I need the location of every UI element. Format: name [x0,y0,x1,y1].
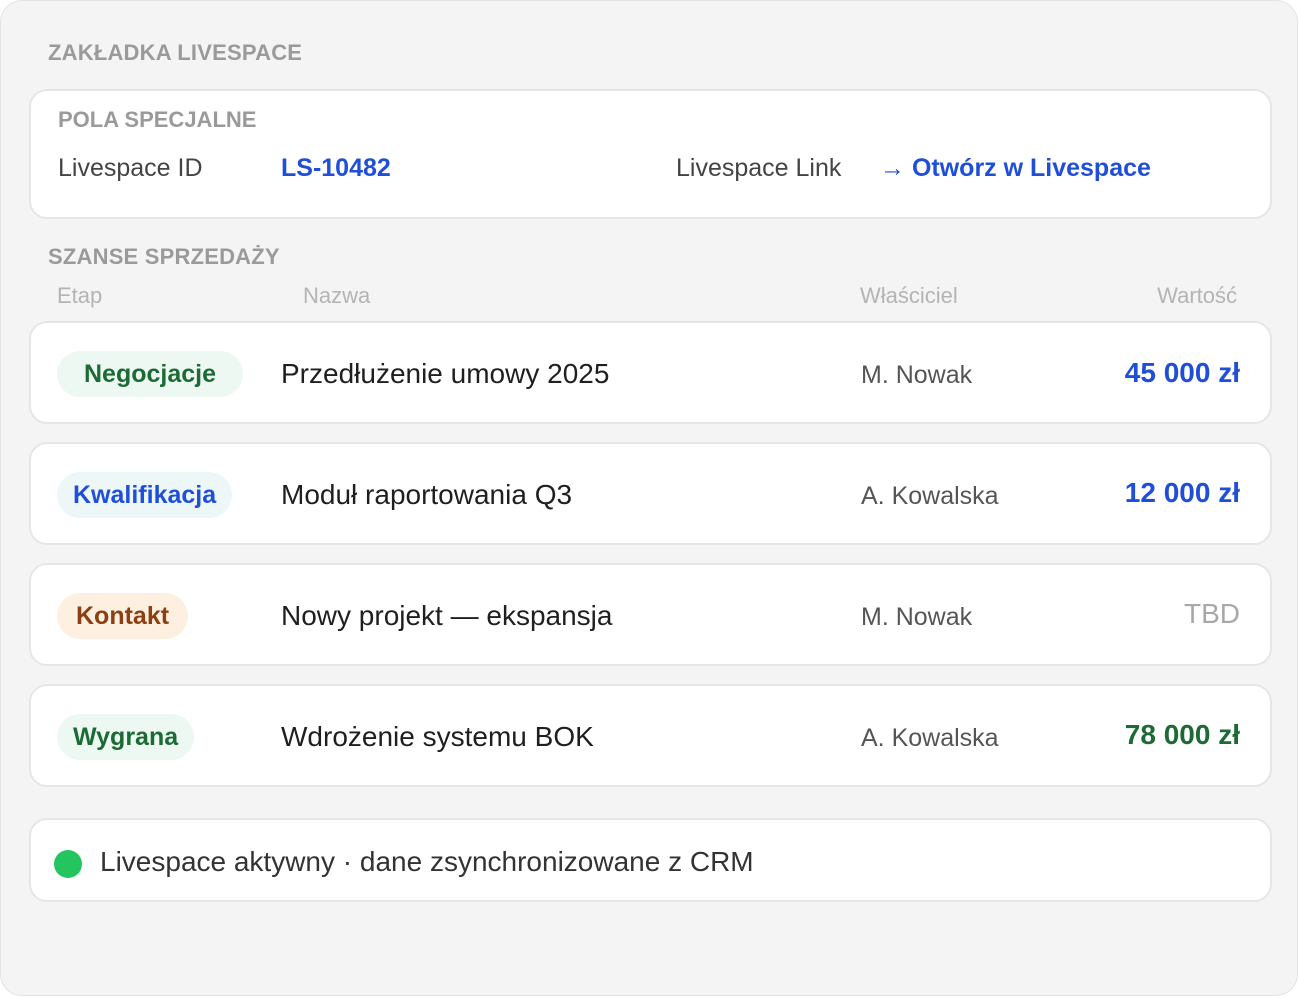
opportunity-owner: M. Nowak [861,603,973,631]
arrow-right-icon: → [880,154,905,182]
tab-title: ZAKŁADKA LIVESPACE [48,40,303,65]
livespace-tab-panel: ZAKŁADKA LIVESPACE POLA SPECJALNE Livesp… [0,0,1298,996]
opportunity-owner: A. Kowalska [861,482,999,510]
column-header-name: Nazwa [303,283,371,308]
opportunity-owner: A. Kowalska [861,724,999,752]
opportunity-value: TBD [1184,598,1240,629]
opportunity-row[interactable]: Wygrana Wdrożenie systemu BOK A. Kowalsk… [29,684,1272,787]
opportunity-value: 12 000 zł [1124,477,1240,508]
livespace-id-value: LS-10482 [281,154,391,182]
special-fields-title: POLA SPECJALNE [58,107,257,132]
opportunity-row[interactable]: Kontakt Nowy projekt — ekspansja M. Nowa… [29,563,1272,666]
status-dot-icon [54,850,82,878]
column-header-value: Wartość [1157,283,1237,308]
opportunities-title: SZANSE SPRZEDAŻY [48,244,280,269]
open-in-livespace-link[interactable]: → Otwórz w Livespace [880,154,1151,183]
opportunity-value: 78 000 zł [1124,719,1240,750]
sync-status-bar: Livespace aktywny · dane zsynchronizowan… [29,818,1272,902]
open-in-livespace-link-label: Otwórz w Livespace [911,154,1151,182]
column-header-owner: Właściciel [860,283,958,308]
opportunity-name: Nowy projekt — ekspansja [281,600,613,631]
sync-status-text: Livespace aktywny · dane zsynchronizowan… [100,846,754,877]
opportunity-row[interactable]: Kwalifikacja Moduł raportowania Q3 A. Ko… [29,442,1272,545]
column-header-stage: Etap [57,283,103,308]
opportunity-name: Przedłużenie umowy 2025 [281,358,610,389]
stage-badge: Kontakt [57,593,189,639]
opportunity-name: Moduł raportowania Q3 [281,479,573,510]
stage-badge: Negocjacje [57,351,244,397]
stage-badge: Wygrana [57,714,195,760]
opportunity-owner: M. Nowak [861,361,973,389]
special-fields-card: POLA SPECJALNE Livespace ID LS-10482 Liv… [29,89,1272,219]
opportunity-value: 45 000 zł [1124,357,1240,388]
livespace-id-label: Livespace ID [58,154,203,182]
stage-badge: Kwalifikacja [57,472,233,518]
opportunity-row[interactable]: Negocjacje Przedłużenie umowy 2025 M. No… [29,321,1272,424]
opportunity-name: Wdrożenie systemu BOK [281,721,594,752]
livespace-link-label: Livespace Link [676,154,842,182]
